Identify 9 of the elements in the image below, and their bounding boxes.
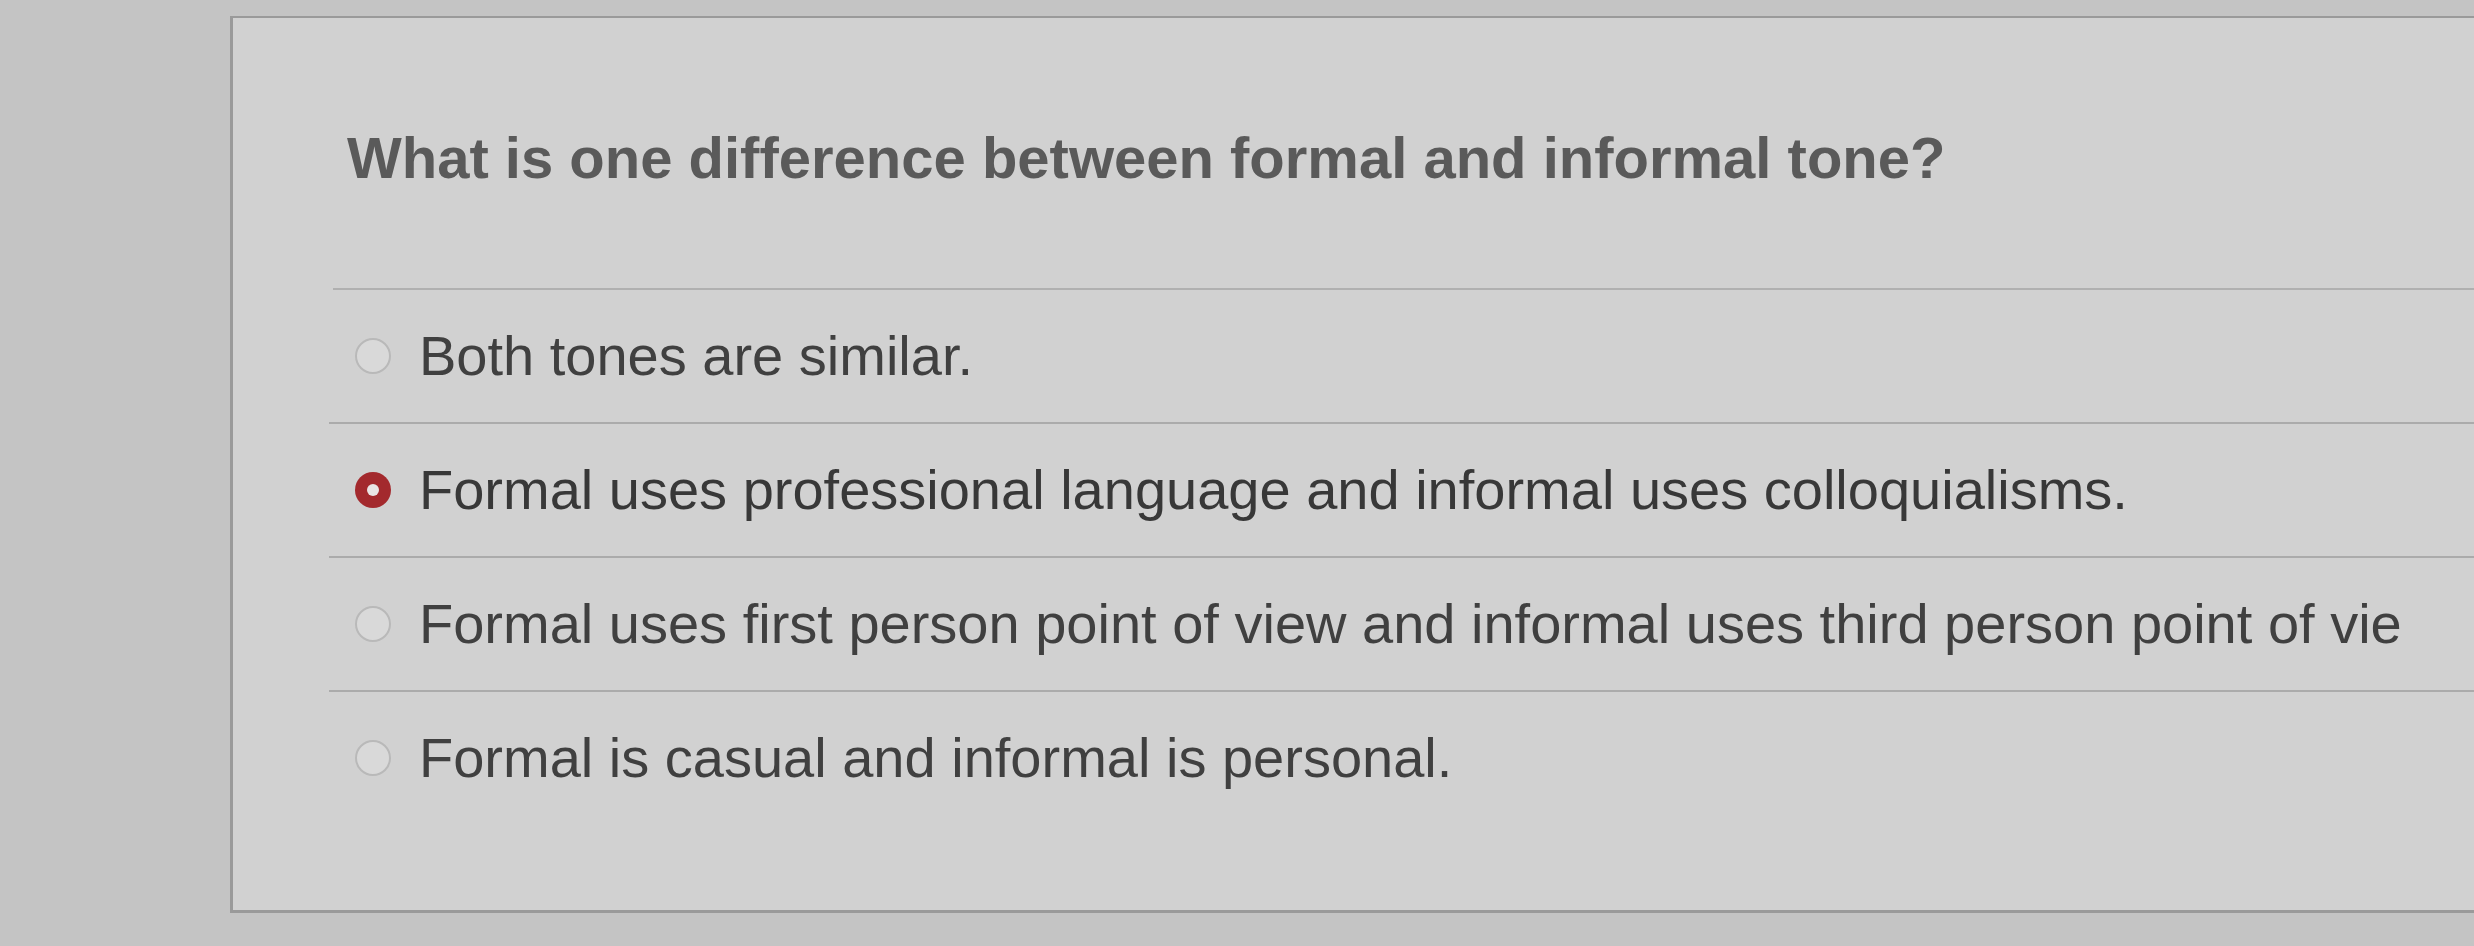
option-label[interactable]: Both tones are similar. xyxy=(419,323,974,389)
radio-button[interactable] xyxy=(355,740,391,776)
option-label[interactable]: Formal is casual and informal is personal. xyxy=(419,725,1453,791)
option-label[interactable]: Formal uses first person point of view and informal uses third person point of vie xyxy=(419,591,2402,657)
option-label[interactable]: Formal uses professional language and informal uses colloquialisms. xyxy=(419,457,2128,523)
radio-button[interactable] xyxy=(355,338,391,374)
question-text: What is one difference between formal and informal tone? xyxy=(347,125,1946,190)
radio-button[interactable] xyxy=(355,606,391,642)
radio-button[interactable] xyxy=(355,472,391,508)
